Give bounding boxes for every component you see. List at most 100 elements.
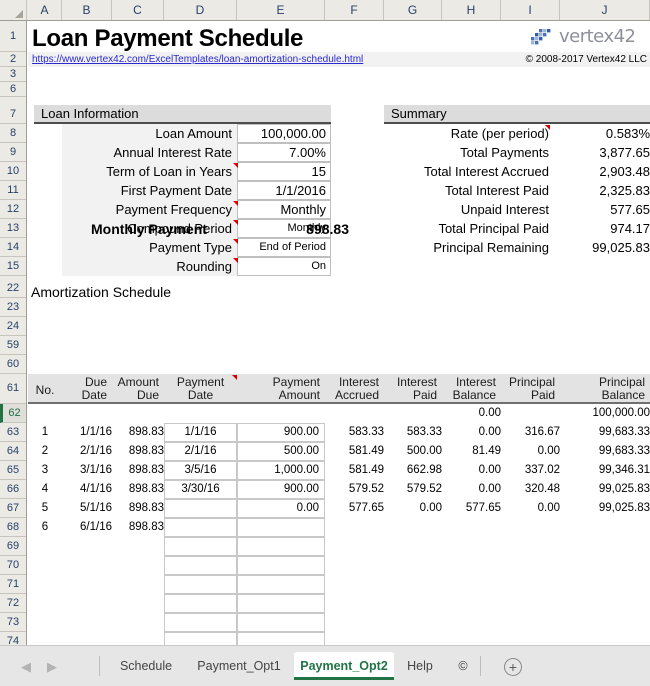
loan-info-input-2[interactable]: 15 [237, 162, 331, 181]
spreadsheet-grid[interactable]: ABCDEFGHIJ 1 2 3 6 7 8 9 10 11 12 13 14 15 22 23 24 59 60… [0, 0, 650, 670]
row-header-61[interactable]: 61 [0, 374, 26, 404]
row-header-2[interactable]: 2 [0, 52, 26, 67]
row-header-23[interactable]: 23 [0, 298, 26, 317]
sheet-tab-[interactable]: © [446, 652, 480, 680]
row-header-7[interactable]: 7 [0, 105, 26, 124]
row-header-68[interactable]: 68 [0, 518, 26, 537]
schedule-input-r7-c4[interactable] [237, 556, 325, 575]
row-header-70[interactable]: 70 [0, 556, 26, 575]
sheet-tab-payment-opt2[interactable]: Payment_Opt2 [294, 652, 394, 680]
column-header-a[interactable]: A [28, 0, 62, 20]
schedule-input-r8-c3[interactable] [164, 575, 237, 594]
row-header-15[interactable]: 15 [0, 257, 26, 276]
loan-info-input-1[interactable]: 7.00% [237, 143, 331, 162]
column-header-j[interactable]: J [560, 0, 650, 20]
row-header-65[interactable]: 65 [0, 461, 26, 480]
row-header-60[interactable]: 60 [0, 355, 26, 374]
row-header-1[interactable]: 1 [0, 21, 26, 52]
schedule-input-r11-c3[interactable] [164, 632, 237, 645]
row-header-3[interactable]: 3 [0, 67, 26, 82]
schedule-input-r6-c3[interactable] [164, 537, 237, 556]
loan-info-input-4[interactable]: Monthly [237, 200, 331, 219]
grid-body[interactable]: Loan Payment Schedule vertex42 https://w… [28, 21, 650, 645]
add-sheet-button[interactable]: + [504, 658, 522, 676]
row-header-8[interactable]: 8 [0, 124, 26, 143]
next-sheet-icon[interactable]: ▶ [44, 659, 60, 675]
schedule-input-r8-c4[interactable] [237, 575, 325, 594]
loan-info-input-6[interactable]: End of Period [237, 238, 331, 257]
schedule-input-r1-c4[interactable]: 500.00 [237, 442, 325, 461]
column-header-b[interactable]: B [62, 0, 112, 20]
row-header-11[interactable]: 11 [0, 181, 26, 200]
row-header-14[interactable]: 14 [0, 238, 26, 257]
cell-comment-indicator[interactable] [233, 239, 238, 244]
cell-comment-indicator[interactable] [233, 258, 238, 263]
cell-comment-indicator[interactable] [545, 125, 550, 130]
schedule-cell-r6-c5 [325, 537, 389, 556]
amort-col-header-line1-0: No. [35, 383, 55, 397]
schedule-input-r4-c3[interactable] [164, 499, 237, 518]
row-header-67[interactable]: 67 [0, 499, 26, 518]
schedule-cell-r7-c1 [62, 556, 117, 575]
column-header-c[interactable]: C [112, 0, 164, 20]
amortization-section-title: Amortization Schedule [31, 284, 172, 300]
row-header-59[interactable]: 59 [0, 336, 26, 355]
sheet-tab-payment-opt1[interactable]: Payment_Opt1 [184, 652, 294, 680]
schedule-input-r9-c3[interactable] [164, 594, 237, 613]
schedule-input-r3-c4[interactable]: 900.00 [237, 480, 325, 499]
row-header-71[interactable]: 71 [0, 575, 26, 594]
loan-info-input-3[interactable]: 1/1/2016 [237, 181, 331, 200]
row-header-6[interactable]: 6 [0, 82, 26, 97]
row-header-12[interactable]: 12 [0, 200, 26, 219]
column-header-f[interactable]: F [325, 0, 384, 20]
schedule-input-r5-c4[interactable] [237, 518, 325, 537]
row-header-66[interactable]: 66 [0, 480, 26, 499]
row-header-63[interactable]: 63 [0, 423, 26, 442]
sheet-tab-bar[interactable]: ◀ ▶ Schedule Payment_Opt1 Payment_Opt2 Help… [0, 645, 650, 686]
column-header-e[interactable]: E [237, 0, 325, 20]
select-all-corner[interactable] [0, 0, 27, 20]
cell-comment-indicator[interactable] [233, 163, 238, 168]
prev-sheet-icon[interactable]: ◀ [18, 659, 34, 675]
schedule-input-r6-c4[interactable] [237, 537, 325, 556]
row-header-24[interactable]: 24 [0, 317, 26, 336]
row-header-72[interactable]: 72 [0, 594, 26, 613]
column-header-i[interactable]: I [501, 0, 560, 20]
schedule-input-r2-c4[interactable]: 1,000.00 [237, 461, 325, 480]
loan-info-input-7[interactable]: On [237, 257, 331, 276]
schedule-input-r7-c3[interactable] [164, 556, 237, 575]
row-header-9[interactable]: 9 [0, 143, 26, 162]
sheet-nav-arrows[interactable]: ◀ ▶ [18, 659, 70, 675]
row-header-13[interactable]: 13 [0, 219, 26, 238]
sheet-tab-schedule[interactable]: Schedule [108, 652, 184, 680]
column-header-h[interactable]: H [442, 0, 501, 20]
schedule-cell-r9-c2 [112, 594, 169, 613]
row-header-69[interactable]: 69 [0, 537, 26, 556]
schedule-input-r0-c4[interactable]: 900.00 [237, 423, 325, 442]
column-header-g[interactable]: G [384, 0, 442, 20]
row-header-22[interactable]: 22 [0, 279, 26, 298]
row-header-10[interactable]: 10 [0, 162, 26, 181]
schedule-input-r10-c3[interactable] [164, 613, 237, 632]
schedule-cell-r0-c6: 583.33 [406, 426, 442, 438]
column-header-d[interactable]: D [164, 0, 237, 20]
template-url-link[interactable]: https://www.vertex42.com/ExcelTemplates/… [32, 52, 363, 67]
schedule-input-r0-c3[interactable]: 1/1/16 [164, 423, 237, 442]
schedule-input-r10-c4[interactable] [237, 613, 325, 632]
schedule-input-r1-c3[interactable]: 2/1/16 [164, 442, 237, 461]
schedule-cell-r9-c8 [501, 594, 565, 613]
row-header-64[interactable]: 64 [0, 442, 26, 461]
schedule-input-r5-c3[interactable] [164, 518, 237, 537]
summary-label-3: Total Interest Paid [444, 183, 549, 198]
schedule-input-r2-c3[interactable]: 3/5/16 [164, 461, 237, 480]
schedule-input-r4-c4[interactable]: 0.00 [237, 499, 325, 518]
row-header-73[interactable]: 73 [0, 613, 26, 632]
sheet-tab-help[interactable]: Help [394, 652, 446, 680]
cell-comment-indicator[interactable] [233, 201, 238, 206]
row-header-62[interactable]: 62 [0, 404, 26, 423]
schedule-input-r9-c4[interactable] [237, 594, 325, 613]
loan-info-input-0[interactable]: 100,000.00 [237, 124, 331, 143]
schedule-cell-r1-c9: 99,683.33 [598, 445, 650, 457]
schedule-input-r11-c4[interactable] [237, 632, 325, 645]
schedule-input-r3-c3[interactable]: 3/30/16 [164, 480, 237, 499]
